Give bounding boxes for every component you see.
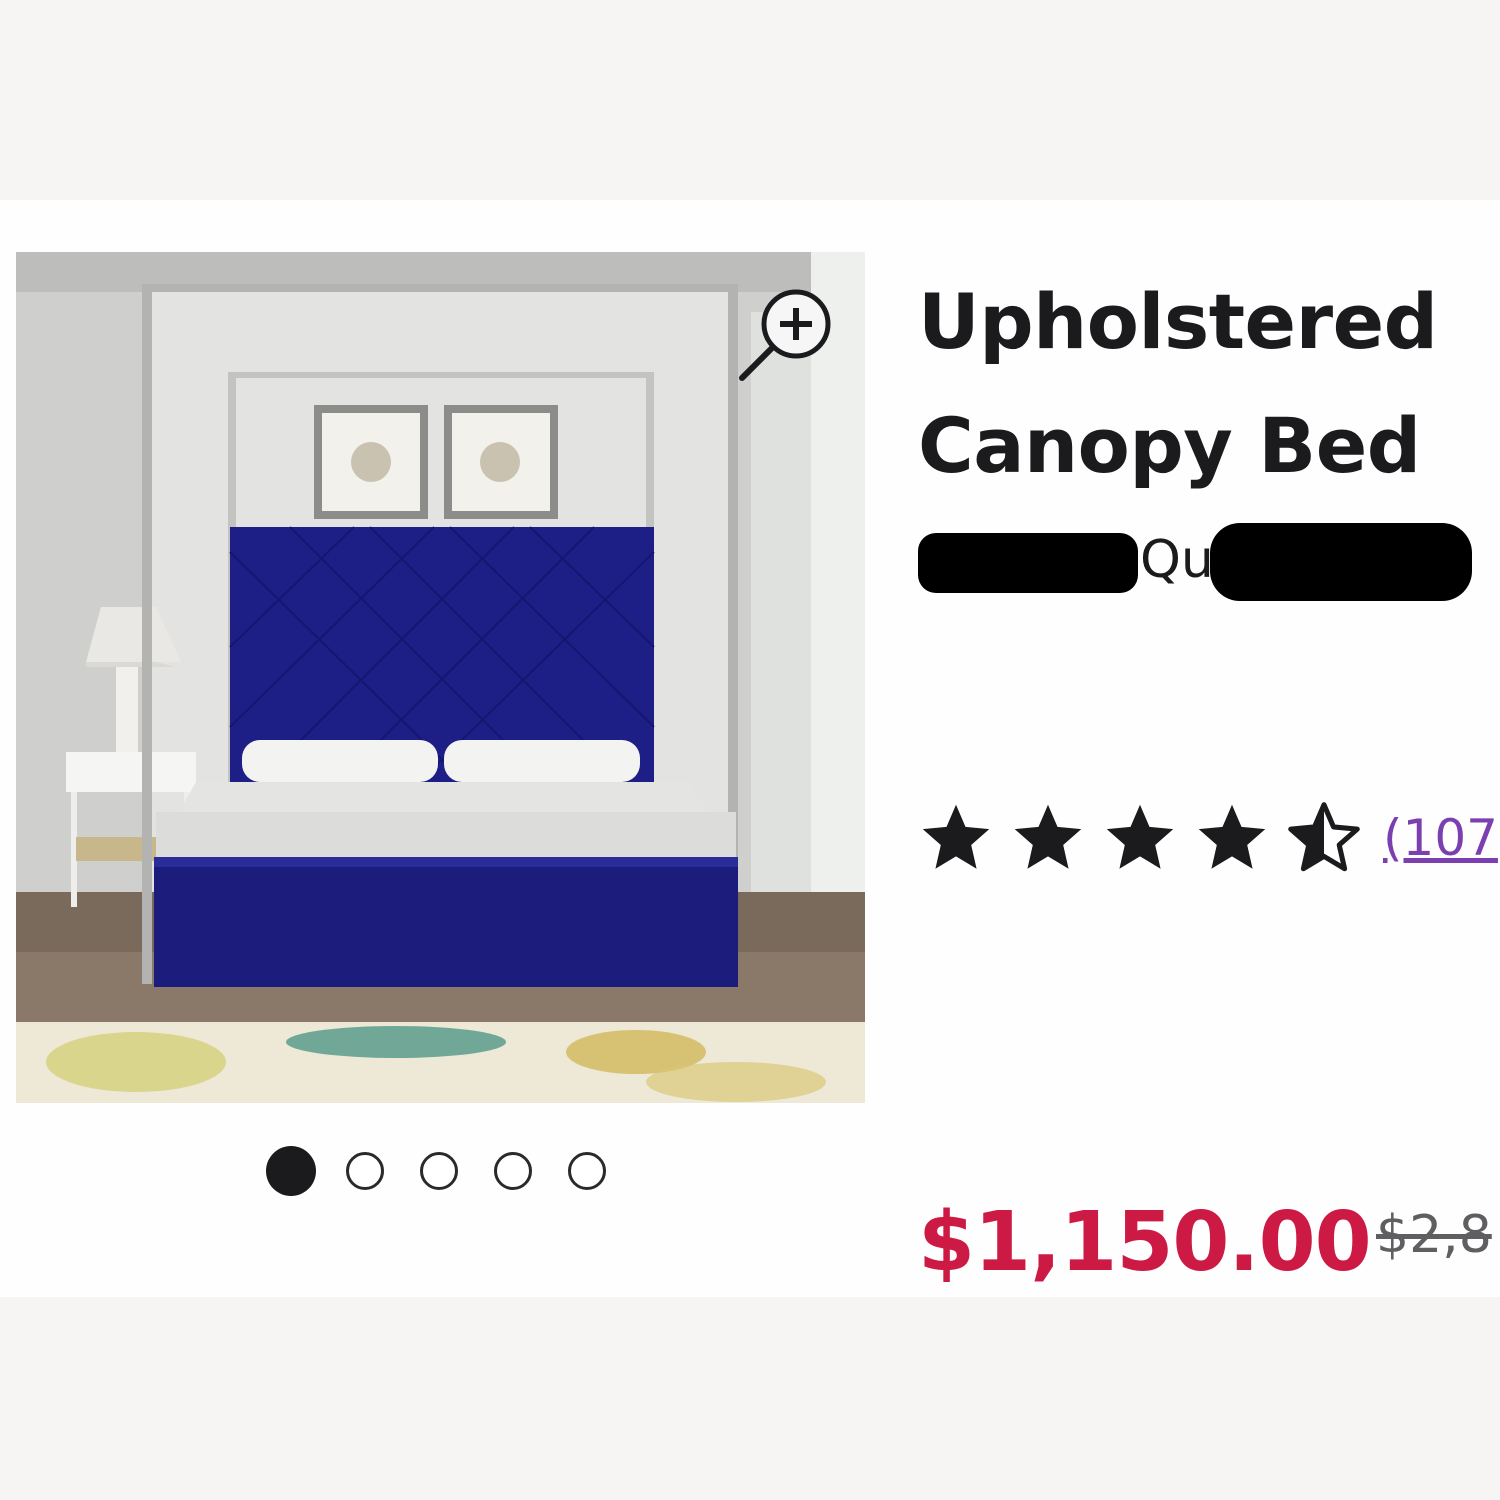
- star-full-icon: [1106, 804, 1174, 869]
- redaction-mark: [918, 533, 1138, 593]
- pagination-dot-1[interactable]: [266, 1146, 316, 1196]
- review-count-link[interactable]: (107: [1383, 800, 1498, 876]
- pagination-dot-3[interactable]: [420, 1152, 458, 1190]
- zoom-in-icon: [739, 289, 831, 381]
- redaction-mark: [1210, 523, 1472, 601]
- brand-name[interactable]: Qu: [918, 515, 1478, 605]
- price-block: $1,150.00 $2,8: [918, 1195, 1492, 1290]
- product-title: Upholstered Canopy Bed: [918, 277, 1438, 490]
- brand-visible-text: Qu: [1140, 530, 1214, 590]
- zoom-in-button[interactable]: [736, 282, 836, 382]
- pagination-dot-4[interactable]: [494, 1152, 532, 1190]
- pagination-dot-2[interactable]: [346, 1152, 384, 1190]
- pagination-dot-5[interactable]: [568, 1152, 606, 1190]
- product-card: Upholstered Canopy Bed Qu (107 $1,150.00…: [0, 200, 1500, 1297]
- star-full-icon: [922, 804, 990, 869]
- star-half-icon: [1288, 802, 1360, 872]
- original-price: $2,8: [1376, 1205, 1492, 1265]
- star-full-icon: [1014, 804, 1082, 869]
- product-info: Upholstered Canopy Bed Qu (107 $1,150.00…: [918, 260, 1500, 1290]
- sale-price: $1,150.00: [918, 1195, 1372, 1290]
- rating-row[interactable]: (107: [918, 800, 1500, 880]
- product-image[interactable]: [16, 252, 865, 1103]
- star-full-icon: [1198, 804, 1266, 869]
